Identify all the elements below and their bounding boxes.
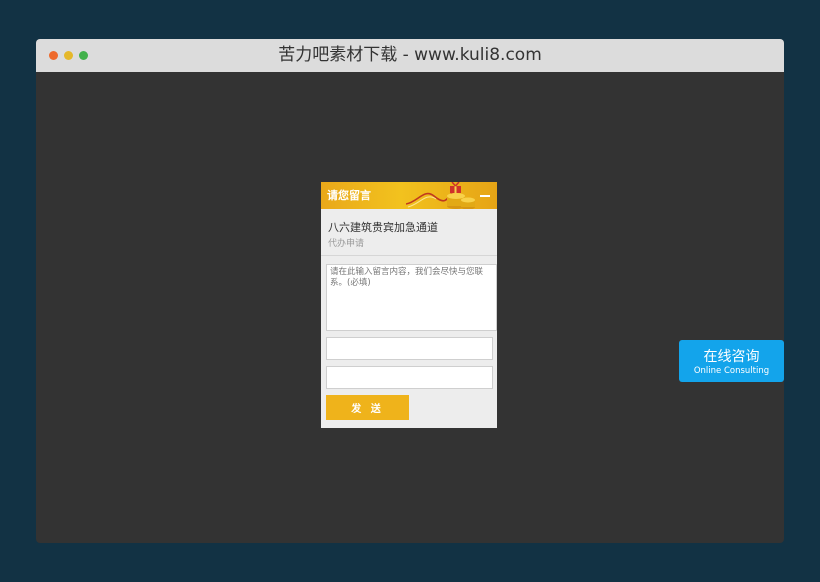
consult-label-en: Online Consulting [693, 366, 770, 376]
window-titlebar: 苦力吧素材下载 - www.kuli8.com [36, 39, 784, 72]
message-widget: 请您留言 八六建筑贵宾加急通道 代办申请 发 送 [321, 182, 497, 428]
online-consulting-button[interactable]: 在线咨询 Online Consulting [679, 340, 784, 382]
gold-coins-icon [406, 182, 475, 209]
minimize-icon[interactable] [480, 195, 490, 197]
contact-name-field[interactable] [326, 337, 493, 360]
service-subtitle: 代办申请 [328, 239, 365, 249]
service-title: 八六建筑贵宾加急通道 [328, 221, 438, 234]
message-widget-title: 请您留言 [327, 189, 371, 202]
message-textarea[interactable] [326, 264, 497, 331]
contact-phone-field[interactable] [326, 366, 493, 389]
window-title: 苦力吧素材下载 - www.kuli8.com [278, 45, 542, 65]
consult-label-cn: 在线咨询 [703, 349, 760, 365]
message-widget-info: 八六建筑贵宾加急通道 代办申请 [321, 209, 497, 256]
send-button[interactable]: 发 送 [326, 395, 409, 420]
message-widget-header: 请您留言 [321, 182, 497, 209]
